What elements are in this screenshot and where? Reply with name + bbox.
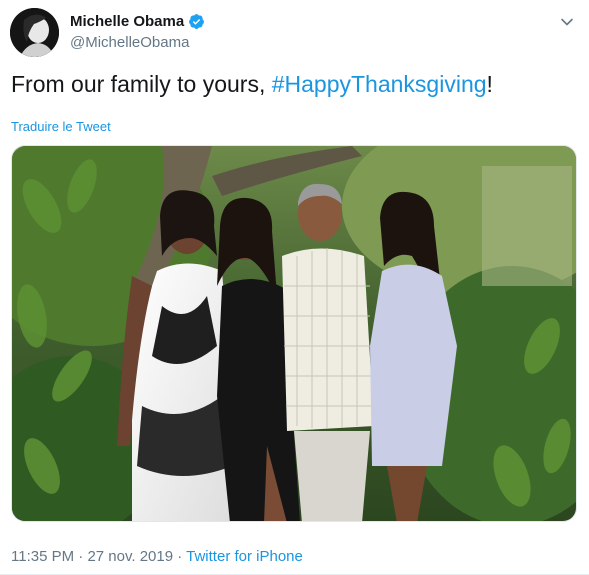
tweet-date[interactable]: 27 nov. 2019 [87,548,173,565]
tweet-text-after: ! [486,71,493,97]
chevron-down-icon[interactable] [559,14,575,30]
meta-separator-2: · [173,548,187,565]
author-name-row[interactable]: Michelle Obama [70,13,205,30]
tweet-source-link[interactable]: Twitter for iPhone [186,548,303,565]
tweet-photo[interactable] [11,145,577,522]
author-display-name[interactable]: Michelle Obama [70,13,184,30]
meta-separator-1: · [74,548,88,565]
translate-tweet-link[interactable]: Traduire le Tweet [11,119,111,134]
tweet-meta: 11:35 PM · 27 nov. 2019 · Twitter for iP… [11,548,303,565]
hashtag-link[interactable]: #HappyThanksgiving [272,71,487,97]
tweet-card: Michelle Obama @MichelleObama From our f… [0,0,589,575]
tweet-text: From our family to yours, #HappyThanksgi… [11,70,493,98]
verified-badge-icon [188,13,205,30]
tweet-text-before: From our family to yours, [11,71,272,97]
tweet-time[interactable]: 11:35 PM [11,548,74,565]
author-handle[interactable]: @MichelleObama [70,34,189,51]
avatar[interactable] [10,8,59,57]
